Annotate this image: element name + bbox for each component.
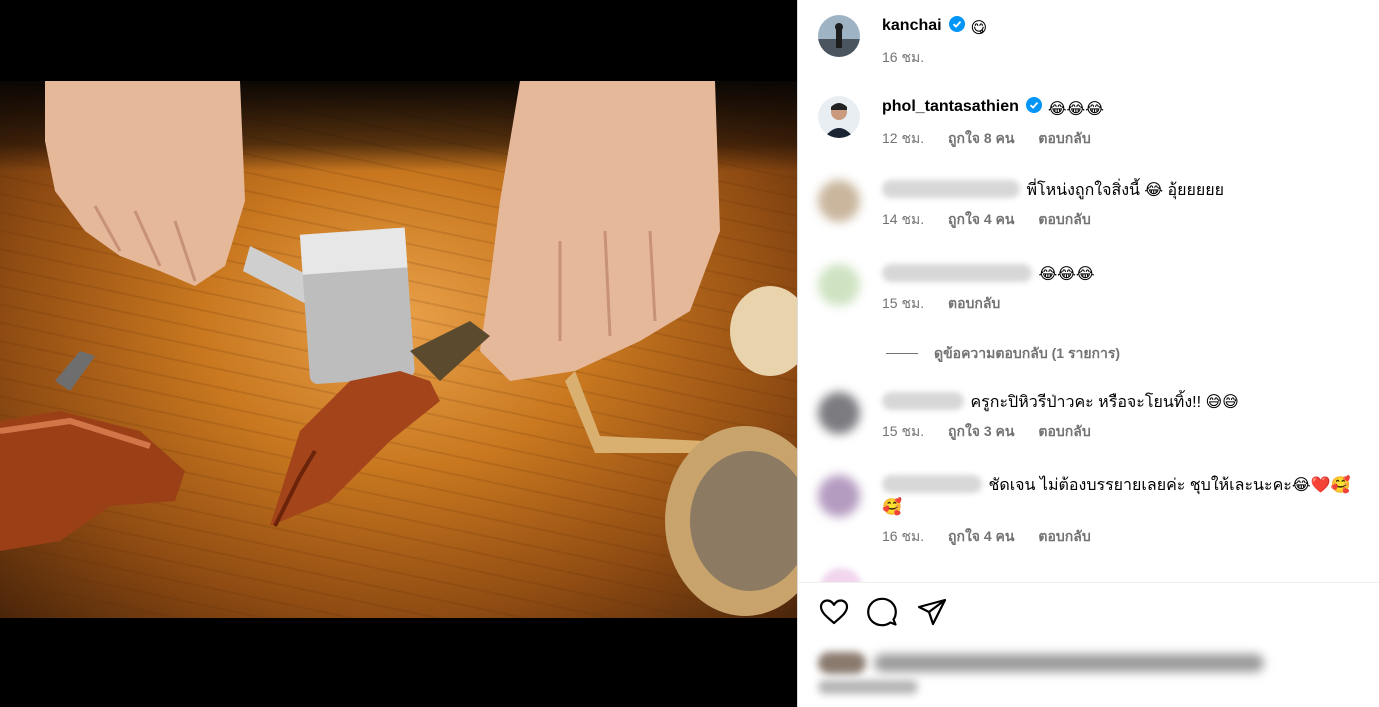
- comment-button[interactable]: [866, 596, 898, 628]
- comment-time[interactable]: 15 ชม.: [882, 295, 924, 311]
- likes-summary-blurred: [818, 644, 1368, 704]
- commenter-avatar[interactable]: [818, 392, 860, 434]
- comment-likes[interactable]: ถูกใจ 3 คน: [948, 423, 1015, 439]
- verified-badge-icon: [949, 16, 966, 39]
- comment-text: 😂😂😂: [1038, 266, 1095, 283]
- comment-text: 😂😂😂: [1047, 101, 1104, 118]
- author-avatar[interactable]: [818, 15, 860, 57]
- comment-time[interactable]: 14 ชม.: [882, 211, 924, 227]
- reply-button[interactable]: ตอบกลับ: [1038, 528, 1090, 544]
- commenter-avatar[interactable]: [818, 180, 860, 222]
- commenter-username[interactable]: phol_tantasathien: [882, 98, 1019, 115]
- reply-button[interactable]: ตอบกลับ: [1038, 211, 1090, 227]
- commenter-avatar[interactable]: [818, 264, 860, 306]
- commenter-avatar[interactable]: [818, 475, 860, 517]
- blurred-username[interactable]: [882, 392, 964, 410]
- like-button[interactable]: [818, 596, 850, 628]
- comments-panel: kanchai 😋 16 ชม. phol_tantasathien 😂😂😂 1…: [797, 0, 1379, 707]
- post-media: [0, 0, 797, 707]
- blurred-username[interactable]: [882, 264, 1032, 282]
- caption-emoji: 😋: [970, 20, 988, 37]
- crab-scene-illustration: [0, 81, 797, 616]
- view-replies-button[interactable]: ดูข้อความตอบกลับ (1 รายการ): [886, 343, 1120, 365]
- verified-badge-icon: [1026, 97, 1043, 120]
- comment-text: พี่โหน่งถูกใจสิ่งนี้ 😂 อุ้ยยยยย: [1026, 182, 1225, 199]
- commenter-avatar[interactable]: [818, 96, 860, 138]
- reply-button[interactable]: ตอบกลับ: [948, 295, 1000, 311]
- comment-text: ชัดเจน ไม่ต้องบรรยายเลยค่ะ ชุบให้เละนะคะ…: [988, 477, 1351, 494]
- comment-likes[interactable]: ถูกใจ 8 คน: [948, 130, 1015, 146]
- post-photo[interactable]: [0, 81, 797, 618]
- comment-icon: [867, 597, 897, 627]
- view-replies-label: ดูข้อความตอบกลับ (1 รายการ): [934, 345, 1121, 361]
- reply-button[interactable]: ตอบกลับ: [1038, 423, 1090, 439]
- view-replies-dash: [886, 353, 918, 354]
- comment-time[interactable]: 12 ชม.: [882, 130, 924, 146]
- send-icon: [917, 598, 947, 626]
- author-username[interactable]: kanchai: [882, 17, 942, 34]
- share-button[interactable]: [916, 596, 948, 628]
- actions-divider: [798, 582, 1379, 583]
- caption-time[interactable]: 16 ชม.: [882, 49, 924, 65]
- reply-button[interactable]: ตอบกลับ: [1038, 130, 1090, 146]
- comment-time[interactable]: 16 ชม.: [882, 528, 924, 544]
- comments-scroll-area[interactable]: kanchai 😋 16 ชม. phol_tantasathien 😂😂😂 1…: [798, 0, 1379, 582]
- comment-likes[interactable]: ถูกใจ 4 คน: [948, 528, 1015, 544]
- blurred-username[interactable]: [882, 180, 1020, 198]
- next-comment-avatar: [820, 568, 862, 582]
- comment-time[interactable]: 15 ชม.: [882, 423, 924, 439]
- comment-likes[interactable]: ถูกใจ 4 คน: [948, 211, 1015, 227]
- comment-text: ครูกะปิหิวรีป่าวคะ หรือจะโยนทิ้ง!! 😅😅: [970, 394, 1239, 411]
- comment-text-continued: 🥰: [882, 499, 902, 516]
- blurred-username[interactable]: [882, 475, 982, 493]
- heart-icon: [819, 599, 849, 625]
